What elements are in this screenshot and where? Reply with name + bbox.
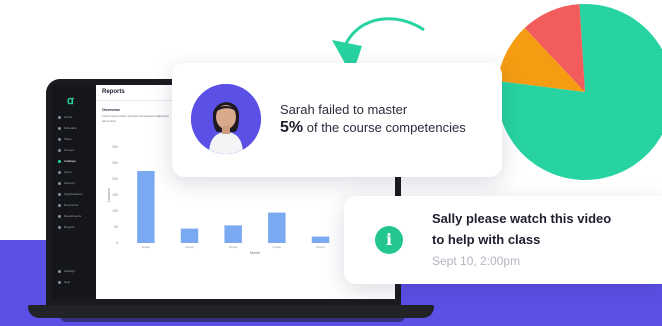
sidebar-item-organizations[interactable]: Organizations	[58, 192, 83, 196]
y-tick-label: 150	[112, 193, 118, 197]
x-tick-label: Group	[273, 245, 282, 249]
reminder-message-line2: to help with class	[432, 232, 541, 247]
user-icon	[58, 170, 61, 174]
home-icon	[58, 115, 61, 119]
competency-alert-card[interactable]: Sarah failed to master 5% of the course …	[172, 63, 502, 177]
sidebar-item-settings[interactable]: Settings	[58, 269, 75, 273]
x-tick-label: Group	[316, 245, 325, 249]
x-tick-label: Group	[229, 245, 238, 249]
y-axis-label: Learners	[107, 188, 111, 202]
sidebar-item-label: Departments	[64, 214, 82, 218]
competency-percent: 5%	[280, 119, 304, 136]
bar[interactable]	[311, 236, 330, 243]
app-logo[interactable]: ꭤ	[67, 93, 74, 108]
y-tick-label: 250	[112, 161, 118, 165]
sidebar-item-schedule[interactable]: Schedule	[58, 126, 77, 130]
sidebar-item-label: Catalogs	[64, 159, 76, 163]
sidebar: ꭤ Home Schedule Tasks Groups Catalogs Users Su…	[52, 85, 96, 299]
gear-icon	[58, 269, 61, 273]
sidebar-item-catalogs[interactable]: Catalogs	[58, 159, 76, 163]
sidebar-item-label: Groups	[64, 148, 74, 152]
sidebar-item-label: Help	[64, 280, 71, 284]
sidebar-item-label: Schedule	[64, 126, 77, 130]
report-icon	[58, 225, 61, 229]
sidebar-item-label: Home	[64, 115, 73, 119]
pie-chart	[497, 4, 662, 180]
sidebar-item-label: Surveys	[64, 181, 75, 185]
y-tick-label: 300	[112, 145, 118, 149]
sidebar-item-help[interactable]: Help	[58, 280, 70, 284]
sidebar-item-label: Reports	[64, 225, 75, 229]
laptop-base	[28, 305, 434, 318]
sidebar-item-home[interactable]: Home	[58, 115, 72, 119]
department-icon	[58, 214, 61, 218]
video-reminder-card[interactable]: i Sally please watch this video to help …	[344, 196, 662, 284]
alert-message-line1: Sarah failed to master	[280, 102, 408, 117]
y-tick-label: 50	[114, 225, 118, 229]
y-tick-label: 200	[112, 177, 118, 181]
sidebar-item-surveys[interactable]: Surveys	[58, 181, 75, 185]
info-icon: i	[375, 226, 403, 254]
alert-message-line2: 5% of the course competencies	[280, 119, 466, 137]
bar[interactable]	[268, 212, 286, 243]
alert-message-rest: of the course competencies	[303, 120, 466, 135]
x-tick-label: Group	[142, 245, 151, 249]
sidebar-item-tasks[interactable]: Tasks	[58, 137, 72, 141]
tasks-icon	[58, 137, 61, 141]
y-tick-label: 100	[112, 209, 118, 213]
sidebar-item-groups[interactable]: Groups	[58, 148, 74, 152]
sidebar-item-label: Organizations	[64, 192, 83, 196]
sidebar-item-label: Users	[64, 170, 72, 174]
sidebar-item-label: Tasks	[64, 137, 72, 141]
sidebar-item-resources[interactable]: Resources	[58, 203, 78, 207]
y-tick-label: 0	[116, 241, 118, 245]
survey-icon	[58, 181, 61, 185]
person-avatar-icon	[191, 84, 261, 154]
reminder-message-line1: Sally please watch this video	[432, 211, 612, 226]
sidebar-item-label: Settings	[64, 269, 75, 273]
bar[interactable]	[224, 225, 242, 243]
group-icon	[58, 148, 61, 152]
avatar	[191, 84, 261, 154]
catalog-icon	[58, 159, 61, 163]
sidebar-item-departments[interactable]: Departments	[58, 214, 81, 218]
hero-illustration: ꭤ Home Schedule Tasks Groups Catalogs Users Su…	[0, 0, 662, 326]
sidebar-item-label: Resources	[64, 203, 79, 207]
calendar-icon	[58, 126, 61, 130]
reminder-timestamp: Sept 10, 2:00pm	[432, 254, 521, 268]
bar[interactable]	[180, 228, 199, 243]
sidebar-item-reports[interactable]: Reports	[58, 225, 75, 229]
help-icon	[58, 280, 61, 284]
bar[interactable]	[137, 171, 155, 243]
x-axis-label: Month	[250, 251, 260, 255]
x-tick-label: Group	[185, 245, 194, 249]
resource-icon	[58, 203, 61, 207]
organization-icon	[58, 192, 61, 196]
sidebar-item-users[interactable]: Users	[58, 170, 72, 174]
